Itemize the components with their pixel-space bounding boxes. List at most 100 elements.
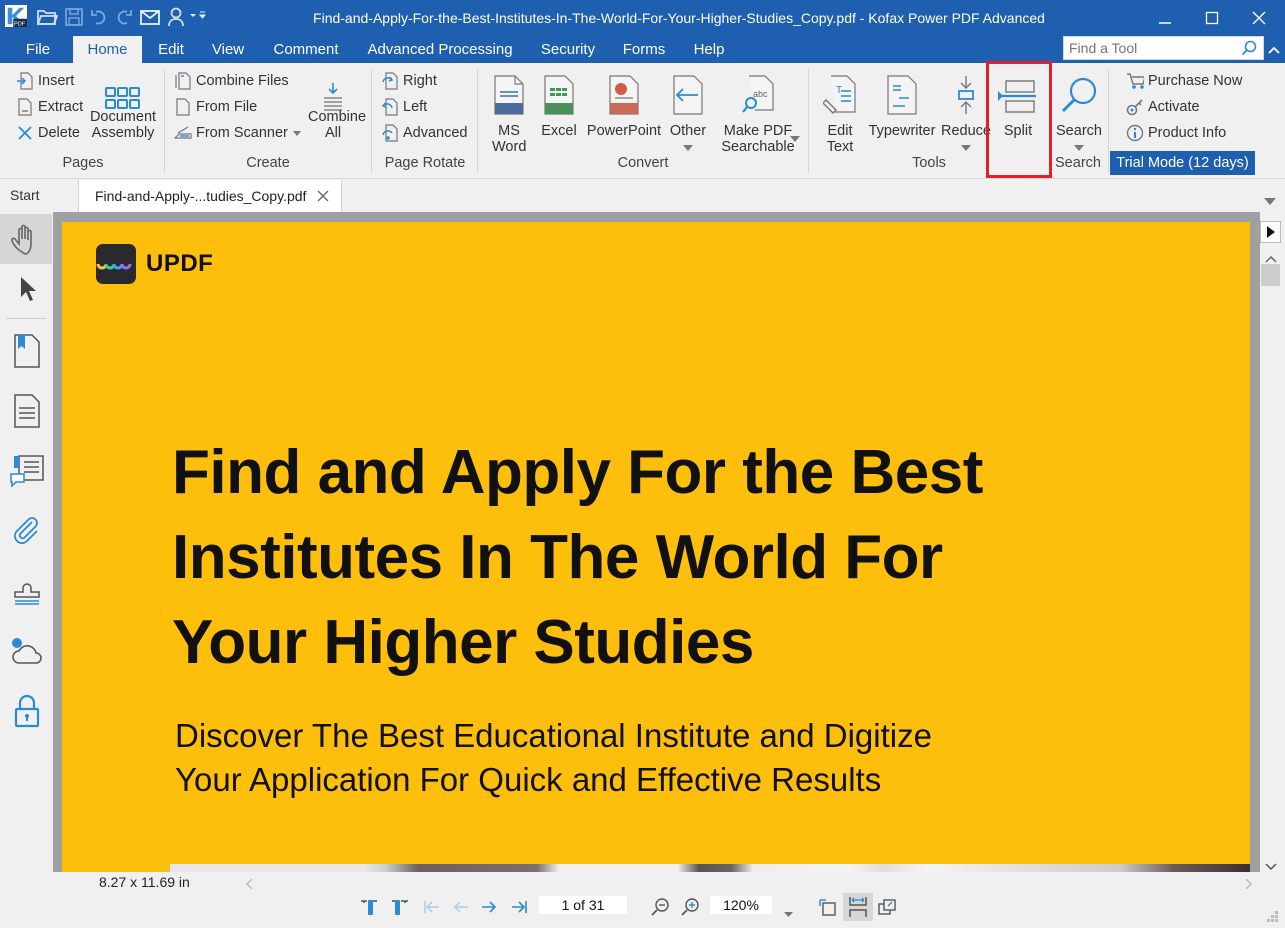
tabs-dropdown-icon[interactable] — [1264, 193, 1276, 211]
menu-comment[interactable]: Comment — [266, 36, 346, 63]
last-page-icon[interactable] — [508, 896, 530, 918]
delete-icon — [16, 124, 34, 142]
fit-width-icon[interactable] — [843, 893, 873, 921]
scroll-thumb[interactable] — [1261, 264, 1280, 286]
zoom-dropdown-icon[interactable] — [784, 904, 793, 922]
reduce-button[interactable]: Reduce — [940, 69, 992, 151]
purchase-now-button[interactable]: Purchase Now — [1126, 70, 1242, 92]
rotate-advanced-button[interactable]: Advanced — [381, 122, 468, 144]
group-separator — [808, 69, 809, 173]
menu-file[interactable]: File — [14, 36, 62, 63]
heading-line: Institutes In The World For — [172, 523, 943, 592]
menu-forms[interactable]: Forms — [616, 36, 672, 63]
group-label-create: Create — [246, 155, 290, 171]
comments-panel-icon[interactable] — [8, 452, 46, 490]
side-panel-toggle-button[interactable] — [1260, 221, 1281, 243]
key-icon — [1126, 98, 1144, 116]
word-file-icon — [489, 69, 529, 115]
rotate-left-button[interactable]: Left — [381, 96, 427, 118]
insert-button[interactable]: Insert — [16, 70, 74, 92]
next-page-icon[interactable] — [478, 896, 500, 918]
pages-panel-icon[interactable] — [8, 392, 46, 430]
search-button[interactable]: Search — [1052, 69, 1106, 151]
minimize-button[interactable] — [1142, 4, 1188, 32]
close-button[interactable] — [1236, 4, 1282, 32]
stamp-icon[interactable] — [8, 572, 46, 610]
actual-size-icon[interactable] — [876, 896, 898, 918]
chevron-down-icon[interactable] — [790, 136, 800, 142]
group-separator — [1108, 69, 1109, 173]
group-separator — [164, 69, 165, 173]
hand-tool-icon[interactable] — [0, 214, 52, 264]
extract-page-icon — [16, 98, 34, 116]
combine-files-icon — [174, 72, 192, 90]
find-tool-input[interactable] — [1064, 37, 1234, 59]
page-indicator-input[interactable]: 1 of 31 — [539, 896, 627, 914]
title-bar: PDF Find-and-Apply-For-the-Best-Institut… — [0, 0, 1285, 36]
menu-edit[interactable]: Edit — [150, 36, 192, 63]
tab-document[interactable]: Find-and-Apply-...tudies_Copy.pdf — [78, 180, 342, 212]
menu-security[interactable]: Security — [533, 36, 603, 63]
group-label-page-rotate: Page Rotate — [384, 155, 466, 171]
first-page-icon[interactable] — [421, 896, 443, 918]
excel-button[interactable]: Excel — [538, 69, 580, 139]
vertical-scrollbar[interactable] — [1260, 212, 1285, 872]
insert-page-after-icon[interactable] — [389, 896, 411, 918]
scroll-right-icon[interactable] — [1245, 877, 1253, 895]
maximize-button[interactable] — [1189, 4, 1235, 32]
edit-text-button[interactable]: T Edit Text — [818, 69, 862, 155]
previous-page-icon[interactable] — [450, 896, 472, 918]
menu-view[interactable]: View — [204, 36, 252, 63]
fit-page-icon[interactable] — [816, 896, 838, 918]
powerpoint-button[interactable]: PowerPoint — [586, 69, 662, 139]
scroll-left-icon[interactable] — [245, 877, 253, 895]
chevron-down-icon — [683, 145, 693, 151]
page-size-label: 8.27 x 11.69 in — [99, 874, 190, 890]
trial-mode-badge[interactable]: Trial Mode (12 days) — [1110, 151, 1255, 175]
select-arrow-icon[interactable] — [8, 270, 46, 308]
left-toolbar — [0, 212, 53, 872]
product-info-button[interactable]: Product Info — [1126, 122, 1226, 144]
document-assembly-button[interactable]: Document Assembly — [88, 69, 158, 141]
group-label-tools: Tools — [912, 155, 946, 171]
extract-button[interactable]: Extract — [16, 96, 83, 118]
ms-word-button[interactable]: MS Word — [486, 69, 532, 155]
delete-button[interactable]: Delete — [16, 122, 80, 144]
zoom-level-input[interactable]: 120% — [710, 896, 772, 914]
zoom-in-icon[interactable] — [679, 896, 701, 918]
document-viewer[interactable]: UPDF Find and Apply For the Best Institu… — [53, 212, 1260, 872]
from-scanner-button[interactable]: From Scanner — [174, 122, 301, 144]
rotate-right-icon — [381, 72, 399, 90]
rotate-right-button[interactable]: Right — [381, 70, 437, 92]
menu-advanced-processing[interactable]: Advanced Processing — [360, 36, 520, 63]
other-button[interactable]: Other — [666, 69, 710, 151]
window-title: Find-and-Apply-For-the-Best-Institutes-I… — [313, 10, 1045, 26]
cloud-icon[interactable] — [8, 632, 46, 670]
tab-start[interactable]: Start — [10, 187, 40, 203]
updf-logo-icon — [96, 244, 136, 284]
make-pdf-searchable-button[interactable]: abc Make PDF Searchable — [712, 69, 804, 155]
menu-home[interactable]: Home — [73, 36, 142, 63]
combine-files-button[interactable]: Combine Files — [174, 70, 289, 92]
zoom-out-icon[interactable] — [649, 896, 671, 918]
activate-button[interactable]: Activate — [1126, 96, 1200, 118]
excel-file-icon — [539, 69, 579, 115]
pdf-page: UPDF Find and Apply For the Best Institu… — [62, 222, 1250, 872]
from-file-button[interactable]: From File — [174, 96, 257, 118]
group-label-search: Search — [1055, 155, 1101, 171]
combine-all-button[interactable]: Combine All — [300, 69, 366, 141]
resize-grip-icon[interactable] — [1267, 910, 1279, 928]
collapse-ribbon-icon[interactable] — [1267, 42, 1281, 60]
bookmarks-icon[interactable] — [8, 332, 46, 370]
insert-page-before-icon[interactable] — [358, 896, 380, 918]
toolbar-divider — [6, 318, 46, 319]
status-bar: 8.27 x 11.69 in 1 of 31 120% — [0, 872, 1285, 926]
menu-help[interactable]: Help — [685, 36, 733, 63]
typewriter-button[interactable]: Typewriter — [866, 69, 938, 139]
close-tab-icon[interactable] — [317, 189, 329, 207]
edit-text-icon: T — [820, 69, 860, 115]
attachments-icon[interactable] — [8, 512, 46, 550]
search-icon[interactable] — [1241, 40, 1257, 61]
info-icon — [1126, 124, 1144, 142]
security-lock-icon[interactable] — [8, 692, 46, 730]
